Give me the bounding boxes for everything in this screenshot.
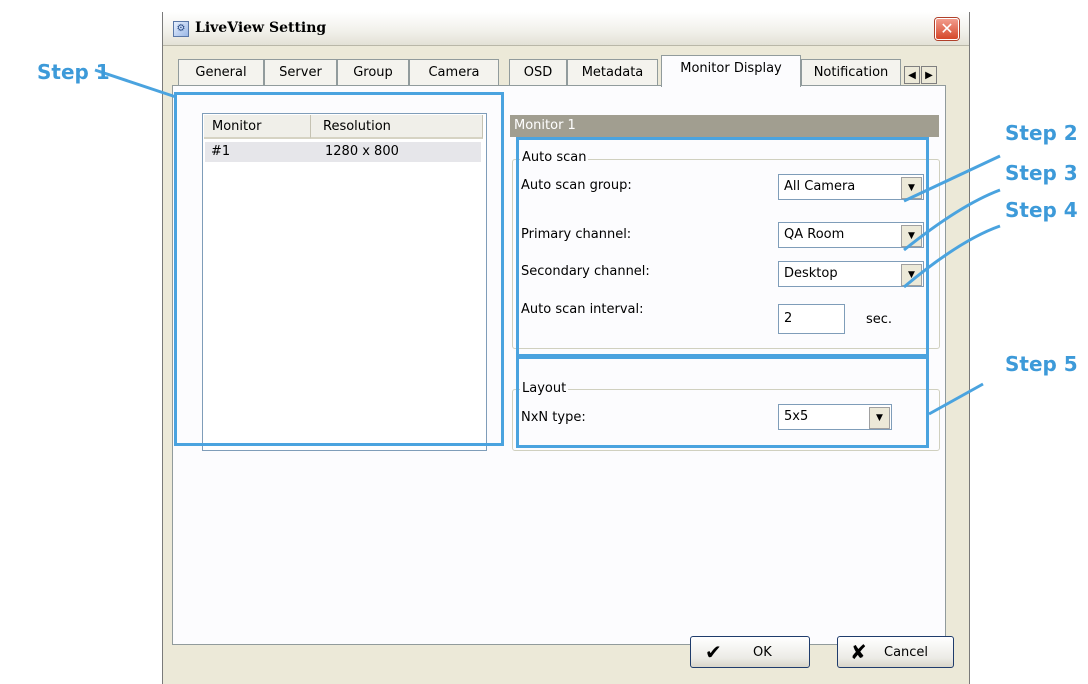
step2-label: Step 2 <box>1005 121 1078 145</box>
step1-label: Step 1 <box>37 60 110 84</box>
step3-label: Step 3 <box>1005 161 1078 185</box>
step5-label: Step 5 <box>1005 352 1078 376</box>
step4-label: Step 4 <box>1005 198 1078 222</box>
tab-monitor-display[interactable]: Monitor Display <box>661 55 801 87</box>
annotation-leader-lines <box>94 68 1001 416</box>
